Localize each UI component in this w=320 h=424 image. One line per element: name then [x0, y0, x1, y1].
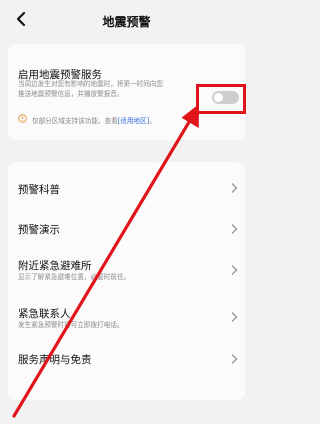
menu-item-contact-label[interactable]: 紧急联系人: [18, 306, 71, 321]
chevron-right-icon: [231, 224, 238, 234]
highlight-box: [196, 84, 246, 114]
page-title: 地震预警: [102, 15, 151, 29]
menu-item-science-label[interactable]: 预警科普: [18, 182, 60, 197]
region-notice-text: 仅部分区域支持该功能，查看: [32, 117, 118, 125]
header-bar: 地震预警: [0, 0, 253, 40]
region-notice-end: 。: [149, 117, 156, 125]
warning-service-desc-line1: 当周边发生对您有影响的地震时，将第一时间向您: [18, 80, 164, 88]
warning-service-desc-line2: 推送地震预警信息，并播放警报音。: [18, 90, 124, 98]
menu-item-demo-label[interactable]: 预警演示: [18, 222, 60, 237]
chevron-right-icon: [231, 265, 238, 275]
chevron-right-icon: [231, 312, 238, 322]
info-icon: [18, 114, 27, 123]
chevron-right-icon: [231, 354, 238, 364]
menu-item-shelter-label[interactable]: 附近紧急避难所: [18, 258, 92, 273]
menu-item-contact-desc: 发生紧急预警时将可立即拨打电话。: [18, 321, 124, 329]
chevron-right-icon: [231, 183, 238, 193]
menu-item-shelter-desc: 显示了解紧急避难位置，必要时前往。: [18, 273, 131, 281]
applicable-regions-link[interactable]: [适用地区]: [118, 117, 150, 125]
region-notice: 仅部分区域支持该功能，查看[适用地区]。: [32, 115, 156, 125]
menu-item-disclaimer-label[interactable]: 服务声明与免责: [18, 352, 92, 367]
